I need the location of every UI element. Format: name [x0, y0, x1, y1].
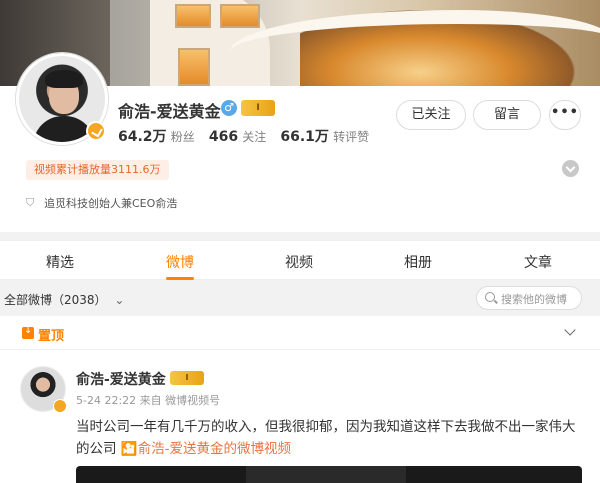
post-author-name[interactable]: 俞浩-爱送黄金: [76, 369, 166, 389]
male-icon: ♂: [221, 100, 237, 116]
vip-crown-icon: Ⅰ: [170, 371, 204, 385]
profile-name: 俞浩-爱送黄金: [118, 102, 221, 121]
expand-chevron-icon[interactable]: [562, 160, 579, 177]
filter-label: 全部微博（2038）: [4, 293, 107, 307]
verified-shield-icon: ⛉: [26, 196, 35, 209]
search-placeholder: 搜索他的微博: [501, 293, 567, 306]
verified-badge-icon: [86, 121, 106, 141]
post-meta[interactable]: 5-24 22:22 来自 微博视频号: [76, 392, 220, 408]
profile-tabs: 精选 微博 视频 相册 文章: [0, 240, 600, 280]
more-options-button[interactable]: •••: [549, 100, 581, 130]
chevron-down-icon: ⌄: [114, 293, 125, 307]
pin-icon: [22, 325, 34, 339]
message-button[interactable]: 留言: [473, 100, 541, 130]
pinned-post-card: 置顶 俞浩-爱送黄金 Ⅰ 5-24 22:22 来自 微博视频号 当时公司一年有…: [0, 316, 600, 483]
tab-featured[interactable]: 精选: [46, 252, 74, 272]
stat-followers[interactable]: 64.2万 粉丝: [118, 129, 205, 145]
tab-articles[interactable]: 文章: [524, 252, 552, 272]
profile-bio: 追觅科技创始人兼CEO俞浩: [44, 197, 178, 210]
tab-weibo[interactable]: 微博: [166, 252, 194, 272]
pinned-header: 置顶: [0, 316, 600, 350]
stat-likes: 66.1万 转评赞: [280, 129, 370, 145]
video-link[interactable]: 🎦俞浩-爱送黄金的微博视频: [121, 441, 291, 457]
verified-badge-icon: [53, 399, 67, 413]
followed-button[interactable]: 已关注: [396, 100, 466, 130]
search-input[interactable]: 搜索他的微博: [476, 286, 582, 310]
search-icon: [485, 292, 495, 302]
profile-stats: 64.2万 粉丝 466 关注 66.1万 转评赞: [118, 126, 379, 146]
active-tab-indicator: [166, 277, 194, 280]
pinned-label: 置顶: [38, 329, 65, 344]
video-plays-badge: 视频累计播放量3111.6万: [26, 160, 169, 180]
video-player[interactable]: [76, 466, 582, 483]
post-text: 当时公司一年有几千万的收入，但我很抑郁，因为我知道这样下去我做不出一家伟大的公司…: [76, 416, 586, 460]
stat-following[interactable]: 466 关注: [209, 129, 276, 145]
tab-video[interactable]: 视频: [285, 252, 313, 272]
weibo-filter-dropdown[interactable]: 全部微博（2038） ⌄: [4, 291, 124, 308]
vip-crown-icon[interactable]: Ⅰ: [241, 100, 275, 116]
chevron-down-icon[interactable]: [564, 324, 576, 336]
tab-album[interactable]: 相册: [404, 252, 432, 272]
